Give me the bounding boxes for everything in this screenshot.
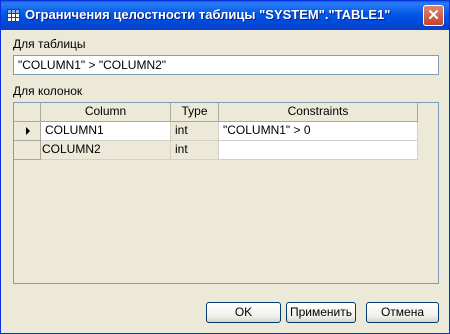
cell-column-constraint[interactable] xyxy=(219,141,418,160)
row-pointer-icon xyxy=(26,127,30,135)
cell-column-name[interactable]: COLUMN2 xyxy=(41,141,171,160)
columns-constraint-label: Для колонок xyxy=(13,84,83,98)
column-header-column[interactable]: Column xyxy=(41,103,171,122)
close-button[interactable]: ✕ xyxy=(423,5,444,26)
cell-column-constraint[interactable]: "COLUMN1" > 0 xyxy=(219,122,418,141)
columns-grid: Column Type Constraints COLUMN1 int "COL… xyxy=(13,102,439,284)
column-header-type[interactable]: Type xyxy=(171,103,219,122)
title-bar[interactable]: Ограничения целостности таблицы "SYSTEM"… xyxy=(1,1,449,30)
apply-button[interactable]: Применить xyxy=(286,302,356,323)
row-selector[interactable] xyxy=(14,141,41,160)
grid-corner-header xyxy=(14,103,41,122)
cell-column-name[interactable]: COLUMN1 xyxy=(41,122,171,141)
column-header-constraints[interactable]: Constraints xyxy=(219,103,418,122)
window-title: Ограничения целостности таблицы "SYSTEM"… xyxy=(25,7,391,22)
close-icon: ✕ xyxy=(427,7,440,24)
cancel-button[interactable]: Отмена xyxy=(366,302,439,323)
cell-column-type: int xyxy=(171,141,219,160)
cell-column-name-text: COLUMN1 xyxy=(45,123,104,137)
table-constraint-label: Для таблицы xyxy=(13,37,86,51)
table-constraint-input[interactable]: "COLUMN1" > "COLUMN2" xyxy=(13,55,439,75)
table-icon xyxy=(7,9,20,22)
ok-button[interactable]: OK xyxy=(206,302,281,323)
dialog-window: Ограничения целостности таблицы "SYSTEM"… xyxy=(0,0,450,334)
cell-column-type: int xyxy=(171,122,219,141)
row-selector[interactable] xyxy=(14,122,41,141)
